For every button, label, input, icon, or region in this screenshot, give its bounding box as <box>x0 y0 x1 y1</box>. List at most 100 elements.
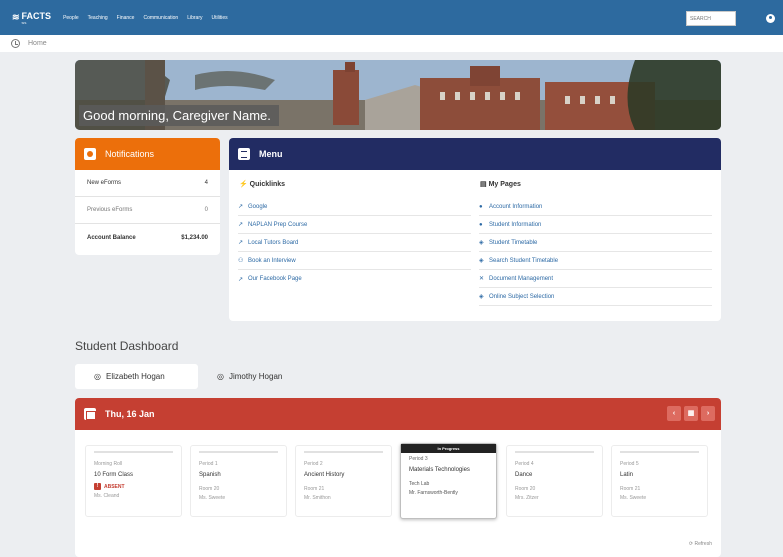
search-input[interactable]: SEARCH <box>686 11 736 26</box>
link-label: NAPLAN Prep Course <box>248 221 308 228</box>
logo-icon: ≋ <box>12 12 20 22</box>
period-name: Morning Roll <box>94 461 123 467</box>
logo-subtext: SIS <box>21 20 27 25</box>
quicklinks-title: ⚡ Quicklinks <box>238 180 471 198</box>
period-card-3-current[interactable]: In Progress Period 3 Materials Technolog… <box>400 443 497 519</box>
row-value: 4 <box>204 180 208 186</box>
notification-row-previous-eforms[interactable]: Previous eForms 0 <box>75 197 220 224</box>
link-label: Student Information <box>489 221 542 228</box>
period-card-5[interactable]: Period 5 Latin Room 21 Ms. Sweete <box>611 445 708 517</box>
group-icon: ⚇ <box>238 258 244 264</box>
history-clock-icon[interactable] <box>11 39 20 48</box>
menu-icon <box>238 148 250 160</box>
period-card-1[interactable]: Period 1 Spanish Room 20 Ms. Sweete <box>190 445 287 517</box>
row-value: 0 <box>204 207 208 213</box>
period-teacher: Ms. Sweete <box>620 495 647 501</box>
previous-day-button[interactable]: ‹ <box>667 406 681 421</box>
bolt-icon: ⚡ <box>239 181 248 188</box>
period-divider <box>515 451 594 453</box>
period-room: Room 21 <box>620 486 641 492</box>
account-icon: ● <box>479 203 483 210</box>
nav-finance[interactable]: Finance <box>117 15 135 21</box>
student-icon: ◎ <box>94 372 101 381</box>
nav-utilities[interactable]: Utilities <box>212 15 228 21</box>
tab-student-jimothy[interactable]: ◎ Jimothy Hogan <box>198 364 301 389</box>
nav-people[interactable]: People <box>63 15 79 21</box>
period-divider <box>199 451 278 453</box>
timetable-icon: ◈ <box>479 240 484 246</box>
period-card-morning-roll[interactable]: Morning Roll 10 Form Class ! ABSENT Ms. C… <box>85 445 182 517</box>
row-label: New eForms <box>87 180 122 186</box>
quicklink-naplan[interactable]: ↗ NAPLAN Prep Course <box>238 216 471 234</box>
link-label: Account Information <box>489 203 543 210</box>
period-name: Period 5 <box>620 461 639 467</box>
user-account-icon[interactable] <box>766 14 775 23</box>
period-name: Period 1 <box>199 461 218 467</box>
quicklinks-title-text: Quicklinks <box>249 181 286 188</box>
nav-library[interactable]: Library <box>187 15 202 21</box>
mypage-account-information[interactable]: ● Account Information <box>479 198 712 216</box>
mypage-document-management[interactable]: ✕ Document Management <box>479 270 712 288</box>
mypages-title: ▤ My Pages <box>479 180 712 198</box>
period-divider <box>94 451 173 453</box>
period-card-4[interactable]: Period 4 Dance Room 20 Mrs. Zitzer <box>506 445 603 517</box>
pages-icon: ▤ <box>480 181 487 188</box>
external-link-icon: ↗ <box>238 240 244 246</box>
mypage-search-timetable[interactable]: ◈ Search Student Timetable <box>479 252 712 270</box>
link-label: Google <box>248 203 268 210</box>
link-label: Document Management <box>489 275 554 282</box>
absent-label: ABSENT <box>104 483 125 490</box>
mypage-subject-selection[interactable]: ◈ Online Subject Selection <box>479 288 712 306</box>
student-dashboard-title: Student Dashboard <box>75 339 179 353</box>
mypage-student-information[interactable]: ● Student Information <box>479 216 712 234</box>
period-card-2[interactable]: Period 2 Ancient History Room 21 Mr. Smi… <box>295 445 392 517</box>
period-class: Dance <box>515 472 533 478</box>
link-label: Online Subject Selection <box>489 293 555 300</box>
top-navigation-bar: ≋ FACTS SIS People Teaching Finance Commun… <box>0 0 783 35</box>
mypage-student-timetable[interactable]: ◈ Student Timetable <box>479 234 712 252</box>
calendar-picker-button[interactable]: ▦ <box>684 406 698 421</box>
period-room: Room 20 <box>515 486 536 492</box>
refresh-label: Refresh <box>694 541 712 547</box>
notification-row-new-eforms[interactable]: New eForms 4 <box>75 170 220 197</box>
nav-teaching[interactable]: Teaching <box>88 15 108 21</box>
row-label: Previous eForms <box>87 207 133 213</box>
breadcrumb-home[interactable]: Home <box>28 40 47 47</box>
greeting-text: Good morning, Caregiver Name. <box>79 105 279 126</box>
nav-communication[interactable]: Communication <box>143 15 178 21</box>
timetable-panel: Thu, 16 Jan ‹ ▦ › Morning Roll 10 Form C… <box>75 398 721 557</box>
user-icon: ● <box>479 221 483 228</box>
link-label: Local Tutors Board <box>248 239 299 246</box>
period-teacher: Mr. Smithon <box>304 495 331 501</box>
quicklink-facebook[interactable]: ↗ Our Facebook Page <box>238 270 471 288</box>
period-name: Period 3 <box>409 456 428 462</box>
quicklink-tutors[interactable]: ↗ Local Tutors Board <box>238 234 471 252</box>
period-teacher: Ms. Cleand <box>94 493 120 499</box>
link-label: Book an Interview <box>248 257 296 264</box>
period-room: Room 20 <box>199 486 220 492</box>
period-room: Tech Lab <box>409 481 430 487</box>
external-link-icon: ↗ <box>238 204 244 210</box>
next-day-button[interactable]: › <box>701 406 715 421</box>
timetable-icon: ◈ <box>479 258 484 264</box>
main-nav: People Teaching Finance Communication Li… <box>63 15 228 21</box>
tab-student-elizabeth[interactable]: ◎ Elizabeth Hogan <box>75 364 198 389</box>
menu-header: Menu <box>229 138 721 170</box>
logo-text: FACTS <box>21 10 52 21</box>
notification-row-account-balance[interactable]: Account Balance $1,234.00 <box>75 224 220 251</box>
facts-logo[interactable]: ≋ FACTS SIS <box>12 11 51 25</box>
link-label: Our Facebook Page <box>248 276 302 282</box>
document-icon: ✕ <box>479 276 485 282</box>
refresh-icon: ⟳ <box>688 541 694 547</box>
breadcrumb: Home <box>0 35 783 52</box>
subject-icon: ◈ <box>479 294 484 300</box>
quicklink-google[interactable]: ↗ Google <box>238 198 471 216</box>
notifications-header: Notifications <box>75 138 220 170</box>
period-class: Materials Technologies <box>409 467 470 473</box>
quicklink-interview[interactable]: ⚇ Book an Interview <box>238 252 471 270</box>
menu-title: Menu <box>259 149 283 159</box>
period-class: Spanish <box>199 472 221 478</box>
refresh-button[interactable]: ⟳ Refresh <box>689 541 712 547</box>
link-label: Search Student Timetable <box>489 257 559 264</box>
notifications-title: Notifications <box>105 149 155 159</box>
